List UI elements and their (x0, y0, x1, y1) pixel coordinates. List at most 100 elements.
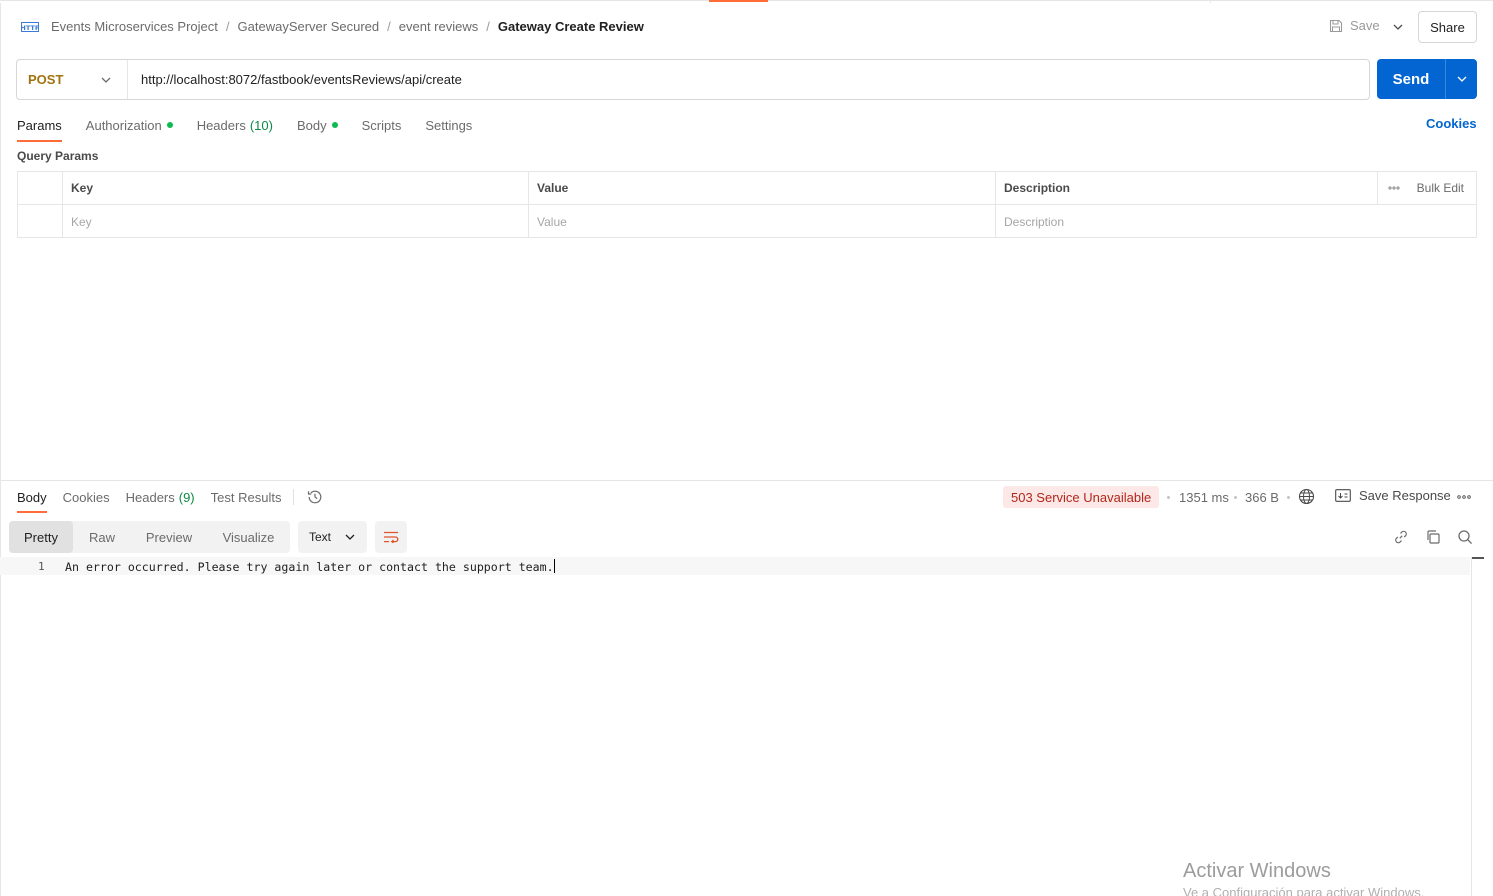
method-label: POST (28, 72, 64, 87)
globe-icon[interactable] (1298, 488, 1315, 505)
tab-headers[interactable]: Headers (10) (197, 113, 273, 137)
more-icon (1457, 495, 1471, 499)
meta-separator (1287, 496, 1290, 499)
headers-count: (10) (249, 117, 273, 133)
bulk-edit-button[interactable]: Bulk Edit (1417, 181, 1464, 195)
send-button[interactable]: Send (1377, 59, 1445, 99)
response-size[interactable]: 366 B (1245, 490, 1279, 505)
value-input[interactable]: Value (529, 205, 996, 238)
tab-params[interactable]: Params (17, 113, 62, 142)
table-header-row: Key Value Description Bulk Edit (18, 172, 1476, 205)
status-badge[interactable]: 503 Service Unavailable (1003, 486, 1160, 508)
response-more-button[interactable] (1457, 490, 1473, 504)
link-icon[interactable] (1393, 529, 1409, 545)
save-icon (1329, 19, 1343, 32)
response-body-text[interactable]: An error occurred. Please try again late… (65, 559, 555, 574)
breadcrumb-separator: / (225, 19, 230, 34)
send-options-button[interactable] (1445, 59, 1477, 99)
format-pretty[interactable]: Pretty (9, 521, 73, 553)
response-headers-count: (9) (178, 489, 195, 505)
pane-divider[interactable] (0, 480, 1493, 481)
active-tab-indicator (709, 0, 768, 2)
breadcrumb-separator: / (387, 19, 391, 34)
tab-settings[interactable]: Settings (425, 113, 472, 137)
format-preview[interactable]: Preview (131, 521, 207, 553)
response-headers-label: Headers (125, 489, 175, 505)
scrollbar[interactable] (1471, 557, 1472, 896)
text-cursor (553, 559, 555, 573)
tab-separator (293, 489, 295, 505)
column-value: Value (529, 172, 996, 204)
request-header: HTTP Events Microservices Project / Gate… (0, 3, 1493, 51)
response-type-label: Text (309, 530, 332, 544)
breadcrumb-folder[interactable]: GatewayServer Secured (238, 19, 380, 34)
table-row: Key Value Description (18, 205, 1476, 238)
http-request-icon: HTTP (21, 22, 39, 32)
tab-headers-label: Headers (196, 117, 246, 133)
more-icon[interactable] (1388, 186, 1400, 190)
description-input[interactable]: Description (996, 205, 1476, 238)
query-params-table: Key Value Description Bulk Edit Key Valu… (17, 171, 1477, 238)
response-type-select[interactable]: Text (298, 521, 367, 553)
status-dot (331, 122, 338, 128)
tab-body[interactable]: Body (297, 113, 338, 137)
format-visualize[interactable]: Visualize (207, 521, 290, 553)
response-time[interactable]: 1351 ms (1179, 490, 1229, 505)
response-tab-body[interactable]: Body (17, 487, 47, 513)
scrollbar-thumb[interactable] (1472, 557, 1484, 559)
save-label: Save (1350, 18, 1380, 33)
url-input[interactable] (128, 60, 1369, 99)
tab-scripts-label: Scripts (361, 117, 402, 133)
breadcrumb-subfolder[interactable]: event reviews (399, 19, 478, 34)
meta-separator (1167, 496, 1170, 499)
save-response-icon (1335, 489, 1351, 502)
meta-separator (1234, 496, 1237, 499)
history-icon[interactable] (306, 488, 324, 506)
request-tabs: Params Authorization Headers (10) Body Sc… (17, 113, 496, 142)
chevron-down-icon (1457, 76, 1466, 82)
row-checkbox[interactable] (18, 205, 63, 238)
column-key: Key (63, 172, 529, 204)
wrap-lines-button[interactable] (375, 521, 407, 553)
request-name[interactable]: Gateway Create Review (498, 19, 644, 34)
method-select[interactable]: POST (17, 60, 128, 99)
search-icon[interactable] (1457, 529, 1473, 545)
chevron-down-icon (345, 534, 355, 540)
left-edge (0, 3, 1, 896)
breadcrumb-project[interactable]: Events Microservices Project (51, 19, 218, 34)
column-description: Description (996, 172, 1378, 204)
chevron-down-icon (101, 77, 111, 83)
share-button[interactable]: Share (1418, 11, 1477, 43)
url-bar: POST (16, 59, 1370, 100)
breadcrumb: Events Microservices Project / GatewaySe… (51, 19, 644, 34)
format-raw[interactable]: Raw (73, 521, 131, 553)
response-tab-headers[interactable]: Headers (9) (126, 487, 195, 507)
tab-settings-label: Settings (425, 117, 473, 133)
save-options-button[interactable] (1386, 15, 1410, 39)
chevron-down-icon (1393, 24, 1403, 30)
tab-params-label: Params (17, 117, 62, 133)
key-input[interactable]: Key (63, 205, 529, 238)
copy-icon[interactable] (1425, 529, 1441, 545)
wrap-icon (384, 531, 399, 543)
table-actions: Bulk Edit (1378, 172, 1476, 204)
query-params-title: Query Params (17, 149, 99, 163)
response-tab-cookies[interactable]: Cookies (63, 487, 110, 507)
response-tabs: Body Cookies Headers (9) Test Results (17, 487, 324, 513)
save-button[interactable]: Save (1329, 18, 1380, 33)
windows-activation-subtitle: Ve a Configuración para activar Windows. (1183, 885, 1425, 896)
checkbox-column (18, 172, 63, 204)
svg-text:HTTP: HTTP (21, 24, 39, 32)
tab-body-label: Body (296, 117, 327, 133)
response-tab-test-results[interactable]: Test Results (211, 487, 282, 507)
cookies-link[interactable]: Cookies (1426, 116, 1477, 131)
tab-authorization[interactable]: Authorization (86, 113, 173, 137)
line-number: 1 (38, 560, 45, 573)
response-format-group: Pretty Raw Preview Visualize (9, 521, 290, 553)
status-dot (166, 122, 173, 128)
send-button-group: Send (1377, 59, 1477, 99)
tab-scripts[interactable]: Scripts (362, 113, 402, 137)
save-response-button[interactable]: Save Response (1335, 488, 1451, 503)
save-response-label: Save Response (1359, 488, 1451, 503)
response-body-content: An error occurred. Please try again late… (65, 560, 554, 574)
